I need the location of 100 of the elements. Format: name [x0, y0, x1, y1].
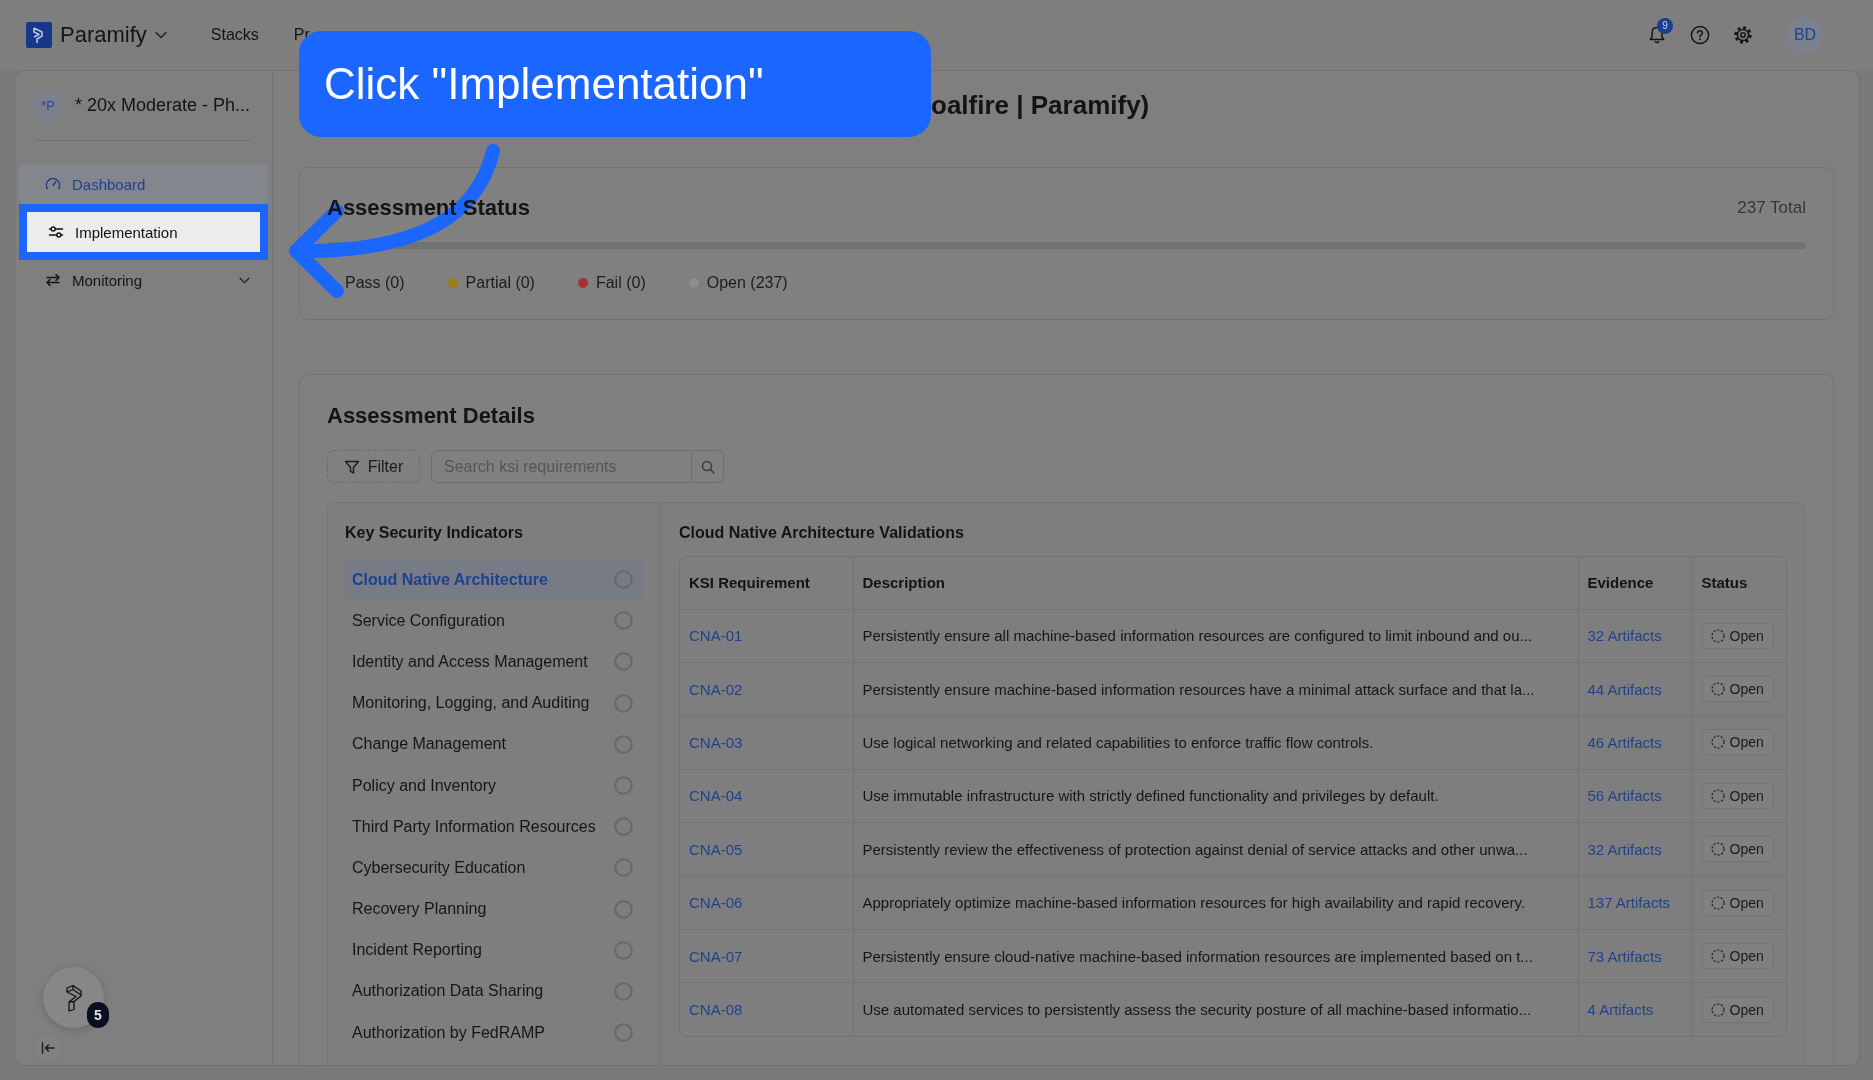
description-cell: Persistently ensure cloud-native machine-based information resources are implemented based on t... [853, 929, 1578, 983]
legend-label: Partial (0) [465, 274, 535, 292]
evidence-link[interactable]: 32 Artifacts [1587, 627, 1662, 645]
project-name[interactable]: * 20x Moderate - Ph... [75, 95, 251, 116]
status-ring-icon [614, 1023, 633, 1043]
status-ring-icon [614, 693, 633, 713]
status-ring-icon [614, 570, 633, 590]
evidence-link[interactable]: 32 Artifacts [1587, 840, 1662, 858]
indicator-item[interactable]: Third Party Information Resources [345, 806, 643, 848]
status-ring-icon [614, 858, 633, 878]
evidence-link[interactable]: 46 Artifacts [1587, 733, 1662, 751]
legend-label: Pass (0) [345, 274, 405, 292]
indicator-item[interactable]: Authorization by FedRAMP [345, 1012, 643, 1054]
status-ring-icon [614, 899, 633, 919]
column-title: Cloud Native Architecture Validations [679, 523, 965, 543]
dashed-circle-icon [1710, 949, 1725, 964]
status-button[interactable]: Open [1701, 836, 1774, 863]
gauge-icon [45, 176, 61, 192]
status-button[interactable]: Open [1701, 622, 1774, 649]
requirement-link[interactable]: CNA-01 [689, 627, 743, 645]
description-cell: Use immutable infrastructure with strictly defined functionality and privileges by default. [853, 769, 1578, 823]
requirement-link[interactable]: CNA-05 [689, 840, 743, 858]
requirement-link[interactable]: CNA-07 [689, 947, 743, 965]
indicator-item[interactable]: Policy and Inventory [345, 764, 643, 807]
sidebar-item[interactable]: Monitoring [19, 260, 268, 300]
indicator-item[interactable]: Authorization Data Sharing [345, 970, 643, 1013]
requirement-link[interactable]: CNA-06 [689, 894, 743, 912]
page-title: oalfire | Paramify) [931, 89, 1151, 121]
status-ring-icon [614, 776, 633, 796]
filter-icon [343, 458, 360, 475]
requirement-link[interactable]: CNA-08 [689, 1001, 743, 1019]
indicator-item[interactable]: Incident Reporting [345, 929, 643, 971]
description-cell: Persistently ensure machine-based information resources have a minimal attack surface and that la... [853, 662, 1578, 716]
brand-name[interactable]: Paramify [60, 22, 147, 48]
notification-badge: 9 [1657, 18, 1673, 34]
settings-icon[interactable] [1733, 25, 1753, 45]
column-header: Status [1692, 557, 1786, 609]
indicator-item[interactable]: Identity and Access Management [345, 641, 643, 683]
collapse-icon [40, 1040, 56, 1056]
chevron-down-icon[interactable] [154, 31, 167, 39]
description-cell: Appropriately optimize machine-based information resources for high availability and rapid recovery. [853, 875, 1578, 930]
indicator-item[interactable]: Recovery Planning [345, 888, 643, 930]
evidence-link[interactable]: 137 Artifacts [1587, 894, 1671, 912]
indicator-item[interactable]: Cybersecurity Education [345, 847, 643, 889]
assistant-button[interactable] [43, 967, 104, 1028]
status-ring-icon [614, 817, 633, 837]
dashed-circle-icon [1710, 735, 1725, 750]
user-avatar[interactable]: BD [1787, 17, 1823, 53]
search-button[interactable] [692, 450, 724, 483]
filter-button[interactable]: Filter [327, 450, 420, 483]
total-count: 237 Total [1737, 198, 1806, 218]
evidence-link[interactable]: 73 Artifacts [1587, 947, 1662, 965]
sidebar-item[interactable]: Dashboard [19, 164, 268, 204]
project-avatar: *P [32, 89, 64, 122]
search-icon [700, 459, 715, 474]
status-button[interactable]: Open [1701, 782, 1774, 809]
dashed-circle-icon [1710, 682, 1725, 697]
column-header: KSI Requirement [680, 557, 853, 609]
indicator-item[interactable]: Change Management [345, 723, 643, 765]
status-button[interactable]: Open [1701, 943, 1774, 970]
legend-label: Open (237) [706, 274, 788, 292]
collapse-sidebar-button[interactable] [32, 1032, 64, 1064]
status-ring-icon [614, 652, 633, 672]
status-ring-icon [614, 981, 633, 1001]
evidence-link[interactable]: 56 Artifacts [1587, 787, 1662, 805]
swap-arrows-icon [45, 272, 61, 288]
indicator-item[interactable]: Service Configuration [345, 600, 643, 642]
dashed-circle-icon [1710, 628, 1725, 643]
status-button[interactable]: Open [1701, 676, 1774, 703]
status-ring-icon [614, 940, 633, 960]
status-button[interactable]: Open [1701, 889, 1774, 916]
indicator-item[interactable]: Cloud Native Architecture [345, 559, 643, 601]
indicator-item[interactable]: Monitoring, Logging, and Auditing [345, 682, 643, 724]
column-title: Key Security Indicators [345, 523, 524, 543]
legend-label: Fail (0) [595, 274, 646, 292]
description-cell: Persistently review the effectiveness of protection against denial of service attacks and other unwa... [853, 822, 1578, 876]
status-button[interactable]: Open [1701, 996, 1774, 1023]
logo-icon[interactable] [26, 22, 52, 48]
help-icon[interactable] [1690, 25, 1710, 45]
requirement-link[interactable]: CNA-02 [689, 680, 743, 698]
evidence-link[interactable]: 44 Artifacts [1587, 680, 1662, 698]
requirement-link[interactable]: CNA-04 [689, 787, 743, 805]
sliders-icon [48, 224, 64, 240]
dashed-circle-icon [1710, 895, 1725, 910]
column-header: Evidence [1578, 557, 1692, 609]
evidence-link[interactable]: 4 Artifacts [1587, 1001, 1654, 1019]
dashed-circle-icon [1710, 842, 1725, 857]
description-cell: Persistently ensure all machine-based information resources are configured to limit inbound and ou... [853, 609, 1578, 663]
chevron-down-icon[interactable] [239, 276, 250, 284]
requirement-link[interactable]: CNA-03 [689, 733, 743, 751]
description-cell: Use automated services to persistently assess the security posture of all machine-based informatio... [853, 982, 1578, 1037]
nav-link[interactable]: Stacks [210, 26, 259, 44]
column-header: Description [853, 557, 1578, 609]
status-button[interactable]: Open [1701, 729, 1774, 756]
sidebar-item[interactable]: Implementation [19, 204, 268, 260]
section-title: Assessment Details [327, 403, 536, 429]
count-badge: 5 [87, 1002, 109, 1028]
status-ring-icon [614, 734, 633, 754]
dashed-circle-icon [1710, 1002, 1725, 1017]
status-ring-icon [614, 611, 633, 631]
